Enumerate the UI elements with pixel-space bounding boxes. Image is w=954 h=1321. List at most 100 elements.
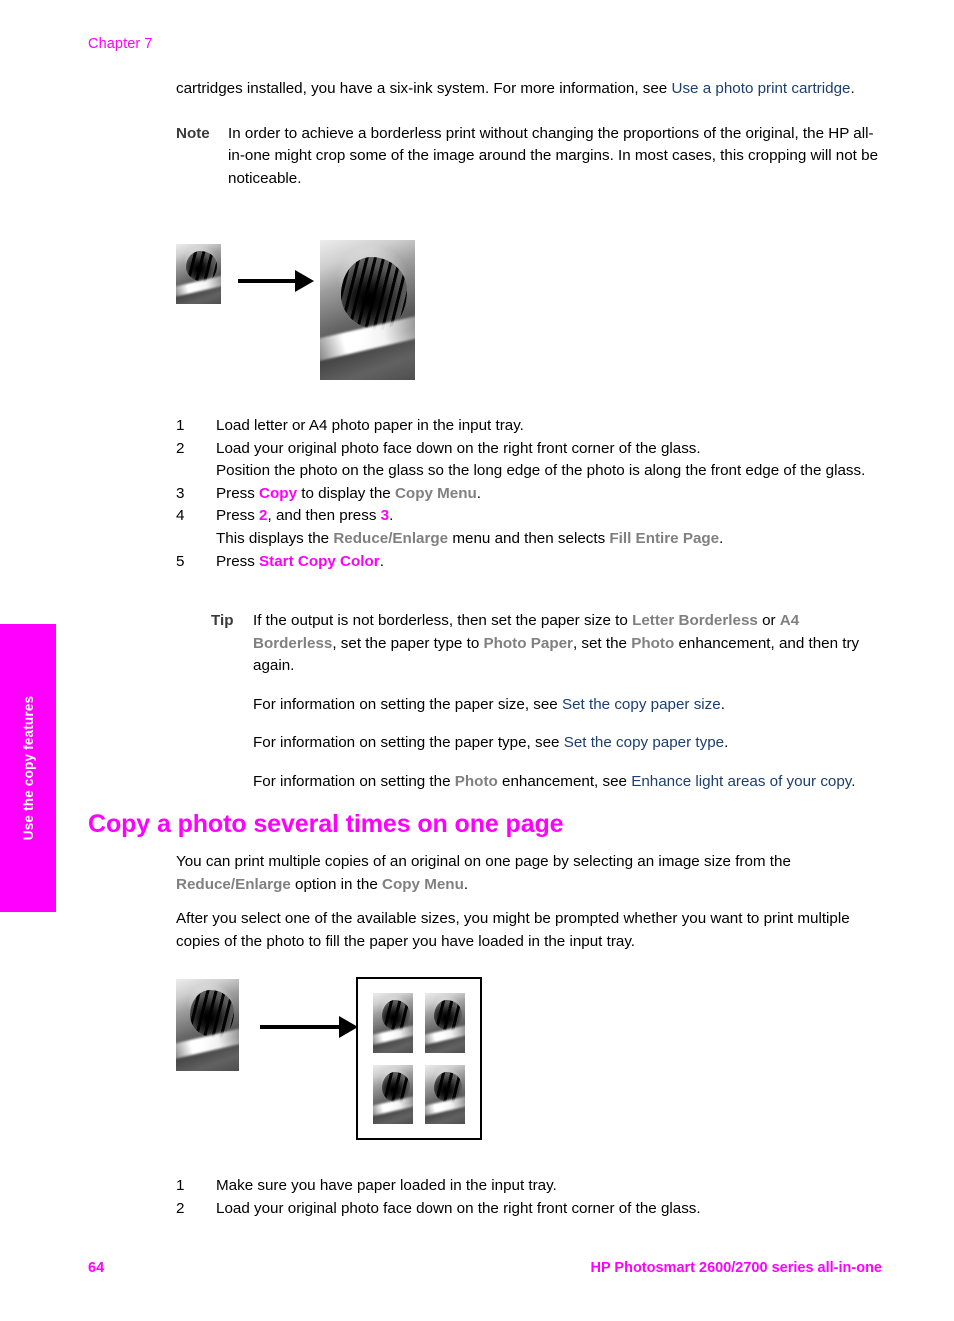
chapter-header: Chapter 7 bbox=[88, 36, 153, 52]
section-title: Copy a photo several times on one page bbox=[88, 810, 564, 838]
steps-list: 1 Load letter or A4 photo paper in the i… bbox=[176, 415, 882, 573]
step-text-continued: Position the photo on the glass so the l… bbox=[216, 462, 866, 480]
tip-paragraph-3: For information on setting the paper typ… bbox=[253, 732, 883, 755]
link-set-the-copy-paper-type[interactable]: Set the copy paper type bbox=[564, 734, 724, 751]
key-3: 3 bbox=[380, 507, 390, 525]
tip-text: For information on setting the paper typ… bbox=[253, 734, 564, 752]
ui-term-reduce-enlarge: Reduce/Enlarge bbox=[176, 875, 291, 893]
side-tab-label: Use the copy features bbox=[20, 695, 36, 841]
step-number: 3 bbox=[176, 484, 185, 502]
link-set-the-copy-paper-size[interactable]: Set the copy paper size bbox=[562, 696, 721, 713]
tip-text: . bbox=[724, 734, 729, 752]
step-text: This displays the bbox=[216, 529, 334, 547]
step-number: 2 bbox=[176, 439, 185, 457]
link-enhance-light-areas-of-your-copy[interactable]: Enhance light areas of your copy bbox=[631, 773, 851, 790]
figure-multiple-copies bbox=[176, 977, 486, 1142]
ui-term-reduce-enlarge: Reduce/Enlarge bbox=[333, 529, 449, 547]
ui-term-letter-borderless: Letter Borderless bbox=[632, 612, 758, 629]
intro-text-after: . bbox=[850, 80, 855, 97]
step-text: Load your original photo face down on th… bbox=[216, 1199, 701, 1217]
step-item: 2 Load your original photo face down on … bbox=[176, 1198, 882, 1221]
section-text: . bbox=[463, 875, 469, 893]
content-column-top: cartridges installed, you have a six-ink… bbox=[176, 78, 882, 190]
step-text: Press bbox=[216, 507, 260, 525]
section-text: You can print multiple copies of an orig… bbox=[176, 853, 791, 870]
step-item: 5 Press Start Copy Color. bbox=[176, 551, 882, 574]
note-block: Note In order to achieve a borderless pr… bbox=[176, 123, 882, 191]
tip-text: For information on setting the bbox=[253, 772, 455, 790]
tiger-photo-copy-image bbox=[373, 1064, 413, 1124]
step-item: 4 Press 2, and then press 3. This display… bbox=[176, 505, 882, 550]
step-text: Make sure you have paper loaded in the i… bbox=[216, 1177, 557, 1194]
link-use-a-photo-print-cartridge[interactable]: Use a photo print cartridge bbox=[671, 80, 850, 97]
steps-list: 1 Make sure you have paper loaded in the… bbox=[176, 1175, 882, 1220]
note-label: Note bbox=[176, 124, 210, 142]
step-text: Load your original photo face down on th… bbox=[216, 439, 701, 457]
step-text: . bbox=[389, 507, 394, 525]
figure-borderless-enlargement bbox=[176, 240, 416, 382]
intro-text-before: cartridges installed, you have a six-ink… bbox=[176, 80, 672, 97]
ui-term-copy-menu: Copy Menu bbox=[394, 484, 477, 502]
step-text: , and then press bbox=[267, 507, 381, 525]
footer-product-name: HP Photosmart 2600/2700 series all-in-on… bbox=[590, 1260, 882, 1276]
key-copy: Copy bbox=[259, 484, 298, 502]
procedure-multiple: 1 Make sure you have paper loaded in the… bbox=[176, 1175, 882, 1220]
step-text: Load letter or A4 photo paper in the inp… bbox=[216, 417, 524, 434]
step-item: 2 Load your original photo face down on … bbox=[176, 438, 882, 483]
right-arrow-icon bbox=[260, 1016, 360, 1038]
tip-label: Tip bbox=[211, 612, 234, 629]
tip-block: Tip If the output is not borderless, the… bbox=[211, 610, 883, 794]
intro-paragraph: cartridges installed, you have a six-ink… bbox=[176, 78, 882, 101]
step-text: . bbox=[476, 484, 482, 502]
tiger-photo-copy-image bbox=[425, 993, 465, 1053]
section-paragraph-2: After you select one of the available si… bbox=[176, 910, 850, 950]
step-text: . bbox=[379, 552, 384, 570]
tip-text: enhancement, see bbox=[497, 772, 632, 790]
tip-text: . bbox=[851, 772, 856, 790]
ui-term-photo-paper: Photo Paper bbox=[483, 634, 573, 652]
key-2: 2 bbox=[259, 507, 268, 525]
ui-term-photo: Photo bbox=[631, 634, 675, 652]
document-page: Chapter 7 Use the copy features cartridg… bbox=[0, 0, 954, 1321]
tip-text: , set the bbox=[572, 634, 632, 652]
procedure-borderless: 1 Load letter or A4 photo paper in the i… bbox=[176, 415, 882, 573]
note-body: In order to achieve a borderless print w… bbox=[228, 123, 882, 191]
right-arrow-icon bbox=[238, 270, 316, 292]
step-number: 1 bbox=[176, 1177, 185, 1194]
section-paragraph-1: You can print multiple copies of an orig… bbox=[176, 851, 882, 896]
step-number: 4 bbox=[176, 507, 185, 525]
step-text: . bbox=[719, 529, 724, 547]
tiger-photo-small-image bbox=[176, 244, 221, 304]
tip-paragraph-4: For information on setting the Photo enh… bbox=[253, 771, 883, 794]
ui-term-copy-menu: Copy Menu bbox=[382, 875, 464, 893]
tip-text: . bbox=[720, 695, 725, 713]
step-item: 1 Load letter or A4 photo paper in the i… bbox=[176, 415, 882, 438]
tip-body: If the output is not borderless, then se… bbox=[253, 610, 883, 794]
tip-text: If the output is not borderless, then se… bbox=[253, 612, 633, 629]
tip-text: or bbox=[757, 612, 780, 629]
step-number: 2 bbox=[176, 1199, 185, 1217]
note-text: In order to achieve a borderless print w… bbox=[228, 124, 879, 187]
tip-paragraph-1: If the output is not borderless, then se… bbox=[253, 610, 883, 678]
step-item: 3 Press Copy to display the Copy Menu. bbox=[176, 483, 882, 506]
step-text: Press bbox=[216, 552, 260, 570]
tiger-photo-copy-image bbox=[373, 993, 413, 1053]
ui-term-fill-entire-page: Fill Entire Page bbox=[609, 529, 720, 547]
tiger-photo-source-image bbox=[176, 979, 239, 1071]
section-body: You can print multiple copies of an orig… bbox=[176, 851, 882, 953]
tip-paragraph-2: For information on setting the paper siz… bbox=[253, 694, 883, 717]
step-item: 1 Make sure you have paper loaded in the… bbox=[176, 1175, 882, 1198]
tip-text: , set the paper type to bbox=[332, 634, 484, 652]
section-text: option in the bbox=[290, 875, 382, 893]
key-start-copy-color: Start Copy Color bbox=[259, 552, 380, 570]
step-text: to display the bbox=[297, 484, 395, 502]
tip-text: For information on setting the paper siz… bbox=[253, 695, 562, 713]
step-text: menu and then selects bbox=[448, 529, 610, 547]
footer-page-number: 64 bbox=[88, 1260, 105, 1276]
result-sheet bbox=[356, 977, 482, 1140]
tiger-photo-enlarged-image bbox=[320, 240, 415, 380]
step-text: Press bbox=[216, 484, 260, 502]
step-number: 1 bbox=[176, 417, 185, 434]
tiger-photo-copy-image bbox=[425, 1064, 465, 1124]
ui-term-photo: Photo bbox=[454, 772, 498, 790]
